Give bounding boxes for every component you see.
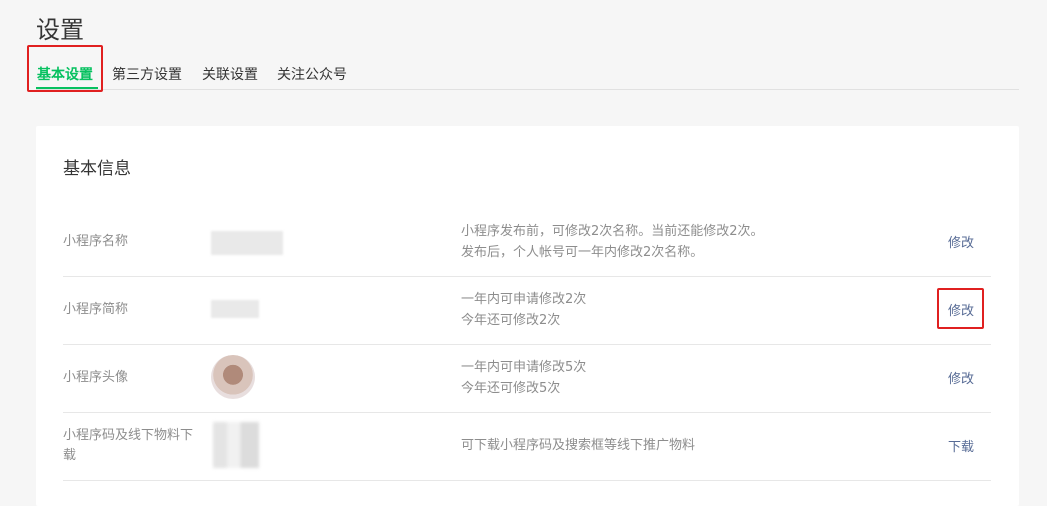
download-qr-link[interactable]: 下载 bbox=[948, 436, 974, 455]
row-short-name: 小程序简称 一年内可申请修改2次 今年还可修改2次 修改 bbox=[63, 276, 991, 345]
qr-code-image bbox=[213, 422, 259, 468]
desc-line: 一年内可申请修改5次 bbox=[461, 360, 587, 375]
row-description: 一年内可申请修改5次 今年还可修改5次 bbox=[461, 357, 586, 399]
row-description: 小程序发布前，可修改2次名称。当前还能修改2次。 发布后，个人帐号可一年内修改2… bbox=[461, 221, 764, 263]
tab-highlight-box bbox=[27, 45, 103, 92]
row-label: 小程序简称 bbox=[63, 302, 129, 317]
section-title: 基本信息 bbox=[63, 159, 131, 179]
basic-info-card: 基本信息 小程序名称 小程序发布前，可修改2次名称。当前还能修改2次。 发布后，… bbox=[36, 126, 1019, 506]
edit-avatar-link[interactable]: 修改 bbox=[948, 368, 974, 387]
settings-tabs: 基本设置 第三方设置 关联设置 关注公众号 bbox=[36, 56, 1019, 90]
tab-link-settings[interactable]: 关联设置 bbox=[202, 64, 258, 84]
tab-follow-official-account[interactable]: 关注公众号 bbox=[277, 64, 347, 84]
row-mini-program-name: 小程序名称 小程序发布前，可修改2次名称。当前还能修改2次。 发布后，个人帐号可… bbox=[63, 208, 991, 277]
edit-highlight-box bbox=[937, 288, 984, 329]
row-avatar: 小程序头像 一年内可申请修改5次 今年还可修改5次 修改 bbox=[63, 344, 991, 413]
row-description: 可下载小程序码及搜索框等线下推广物料 bbox=[461, 435, 695, 456]
page-title: 设置 bbox=[36, 16, 84, 44]
avatar bbox=[211, 355, 255, 399]
row-qr-code-download: 小程序码及线下物料下载 可下载小程序码及搜索框等线下推广物料 下载 bbox=[63, 412, 991, 481]
desc-line: 一年内可申请修改2次 bbox=[461, 292, 587, 307]
desc-line: 可下载小程序码及搜索框等线下推广物料 bbox=[461, 438, 696, 453]
desc-line: 发布后，个人帐号可一年内修改2次名称。 bbox=[461, 245, 704, 260]
desc-line: 今年还可修改2次 bbox=[461, 313, 561, 328]
edit-name-link[interactable]: 修改 bbox=[948, 232, 974, 251]
row-label: 小程序头像 bbox=[63, 370, 129, 385]
desc-line: 今年还可修改5次 bbox=[461, 381, 561, 396]
row-description: 一年内可申请修改2次 今年还可修改2次 bbox=[461, 289, 586, 331]
row-label: 小程序名称 bbox=[63, 234, 129, 249]
row-label: 小程序码及线下物料下载 bbox=[63, 428, 194, 463]
desc-line: 小程序发布前，可修改2次名称。当前还能修改2次。 bbox=[461, 224, 764, 239]
tab-third-party-settings[interactable]: 第三方设置 bbox=[112, 64, 182, 84]
